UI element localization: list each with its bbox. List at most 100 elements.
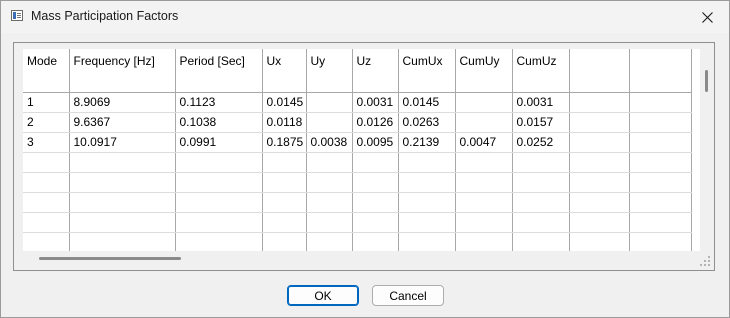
table-cell[interactable]: 0.0145 <box>262 92 307 113</box>
table-cell[interactable]: 0.0118 <box>262 112 307 133</box>
close-button[interactable] <box>685 1 729 33</box>
table-cell[interactable] <box>69 192 176 213</box>
table-cell[interactable] <box>306 232 353 251</box>
table-cell[interactable] <box>512 152 570 173</box>
table-cell[interactable] <box>569 192 630 213</box>
table-cell[interactable]: 10.0917 <box>69 132 176 153</box>
column-header[interactable]: Uz <box>352 49 399 93</box>
table-cell[interactable] <box>512 232 570 251</box>
column-header[interactable]: Mode <box>23 49 70 93</box>
column-header[interactable]: CumUy <box>455 49 513 93</box>
table-cell[interactable] <box>629 92 692 113</box>
table-row[interactable] <box>23 212 692 233</box>
table-row[interactable] <box>23 192 692 213</box>
table-cell[interactable] <box>69 232 176 251</box>
column-header[interactable]: CumUx <box>398 49 456 93</box>
horizontal-scroll-thumb[interactable] <box>39 257 181 260</box>
table-cell[interactable]: 0.0038 <box>306 132 353 153</box>
table-cell[interactable] <box>569 172 630 193</box>
table-cell[interactable] <box>175 212 263 233</box>
table-cell[interactable] <box>398 232 456 251</box>
table-cell[interactable] <box>455 212 513 233</box>
horizontal-scrollbar[interactable] <box>23 251 701 265</box>
table-cell[interactable]: 0.0126 <box>352 112 399 133</box>
table-cell[interactable] <box>23 192 70 213</box>
table-row[interactable] <box>23 232 692 251</box>
table-cell[interactable] <box>69 152 176 173</box>
table-row[interactable]: 1 8.9069 0.1123 0.0145 0.0031 0.0145 0.0031 <box>23 92 692 113</box>
table-cell[interactable]: 0.1038 <box>175 112 263 133</box>
results-grid[interactable]: Mode Frequency [Hz] Period [Sec] Ux Uy Uz CumU… <box>23 49 701 251</box>
table-cell[interactable]: 0.0031 <box>352 92 399 113</box>
table-cell[interactable] <box>23 172 70 193</box>
table-cell[interactable]: 2 <box>23 112 70 133</box>
table-cell[interactable] <box>306 112 353 133</box>
table-cell[interactable] <box>629 152 692 173</box>
table-cell[interactable] <box>455 192 513 213</box>
table-cell[interactable] <box>262 192 307 213</box>
table-cell[interactable] <box>629 112 692 133</box>
table-cell[interactable] <box>629 172 692 193</box>
column-header[interactable] <box>569 49 630 93</box>
table-cell[interactable] <box>398 192 456 213</box>
table-cell[interactable] <box>352 212 399 233</box>
table-cell[interactable] <box>175 152 263 173</box>
table-cell[interactable]: 0.0157 <box>512 112 570 133</box>
table-cell[interactable] <box>398 172 456 193</box>
table-cell[interactable] <box>175 192 263 213</box>
vertical-scroll-thumb[interactable] <box>705 70 708 92</box>
table-cell[interactable]: 8.9069 <box>69 92 176 113</box>
table-cell[interactable] <box>352 172 399 193</box>
ok-button[interactable]: OK <box>287 285 359 306</box>
table-cell[interactable]: 1 <box>23 92 70 113</box>
table-cell[interactable] <box>352 232 399 251</box>
table-cell[interactable] <box>629 192 692 213</box>
table-cell[interactable]: 0.0095 <box>352 132 399 153</box>
table-cell[interactable] <box>262 212 307 233</box>
table-cell[interactable] <box>398 212 456 233</box>
table-cell[interactable] <box>262 232 307 251</box>
table-cell[interactable] <box>306 152 353 173</box>
table-cell[interactable]: 0.0991 <box>175 132 263 153</box>
table-cell[interactable] <box>262 172 307 193</box>
table-cell[interactable] <box>512 212 570 233</box>
table-cell[interactable] <box>398 152 456 173</box>
table-cell[interactable] <box>306 172 353 193</box>
table-cell[interactable] <box>352 192 399 213</box>
table-cell[interactable] <box>262 152 307 173</box>
vertical-scrollbar[interactable] <box>700 49 714 251</box>
table-row[interactable] <box>23 172 692 193</box>
column-header[interactable]: Period [Sec] <box>175 49 263 93</box>
table-cell[interactable] <box>306 192 353 213</box>
table-cell[interactable] <box>455 152 513 173</box>
cancel-button[interactable]: Cancel <box>372 285 444 306</box>
table-cell[interactable] <box>455 172 513 193</box>
table-cell[interactable]: 0.1123 <box>175 92 263 113</box>
table-cell[interactable] <box>512 172 570 193</box>
table-cell[interactable] <box>23 212 70 233</box>
table-cell[interactable] <box>569 132 630 153</box>
table-cell[interactable] <box>352 152 399 173</box>
column-header[interactable]: Uy <box>306 49 353 93</box>
table-cell[interactable] <box>23 152 70 173</box>
column-header[interactable]: Frequency [Hz] <box>69 49 176 93</box>
column-header[interactable] <box>629 49 692 93</box>
table-cell[interactable] <box>569 112 630 133</box>
table-cell[interactable]: 0.0031 <box>512 92 570 113</box>
table-cell[interactable] <box>629 212 692 233</box>
column-header[interactable]: Ux <box>262 49 307 93</box>
table-row[interactable]: 3 10.0917 0.0991 0.1875 0.0038 0.0095 0.2139 0.… <box>23 132 692 153</box>
table-cell[interactable] <box>69 172 176 193</box>
table-cell[interactable]: 0.0252 <box>512 132 570 153</box>
table-cell[interactable]: 0.0263 <box>398 112 456 133</box>
table-cell[interactable]: 0.2139 <box>398 132 456 153</box>
table-cell[interactable]: 9.6367 <box>69 112 176 133</box>
resize-grip-icon[interactable] <box>700 256 710 266</box>
table-cell[interactable] <box>569 212 630 233</box>
table-cell[interactable] <box>175 232 263 251</box>
table-cell[interactable] <box>455 92 513 113</box>
table-cell[interactable] <box>306 212 353 233</box>
table-cell[interactable] <box>569 92 630 113</box>
table-cell[interactable] <box>455 232 513 251</box>
table-cell[interactable] <box>629 132 692 153</box>
